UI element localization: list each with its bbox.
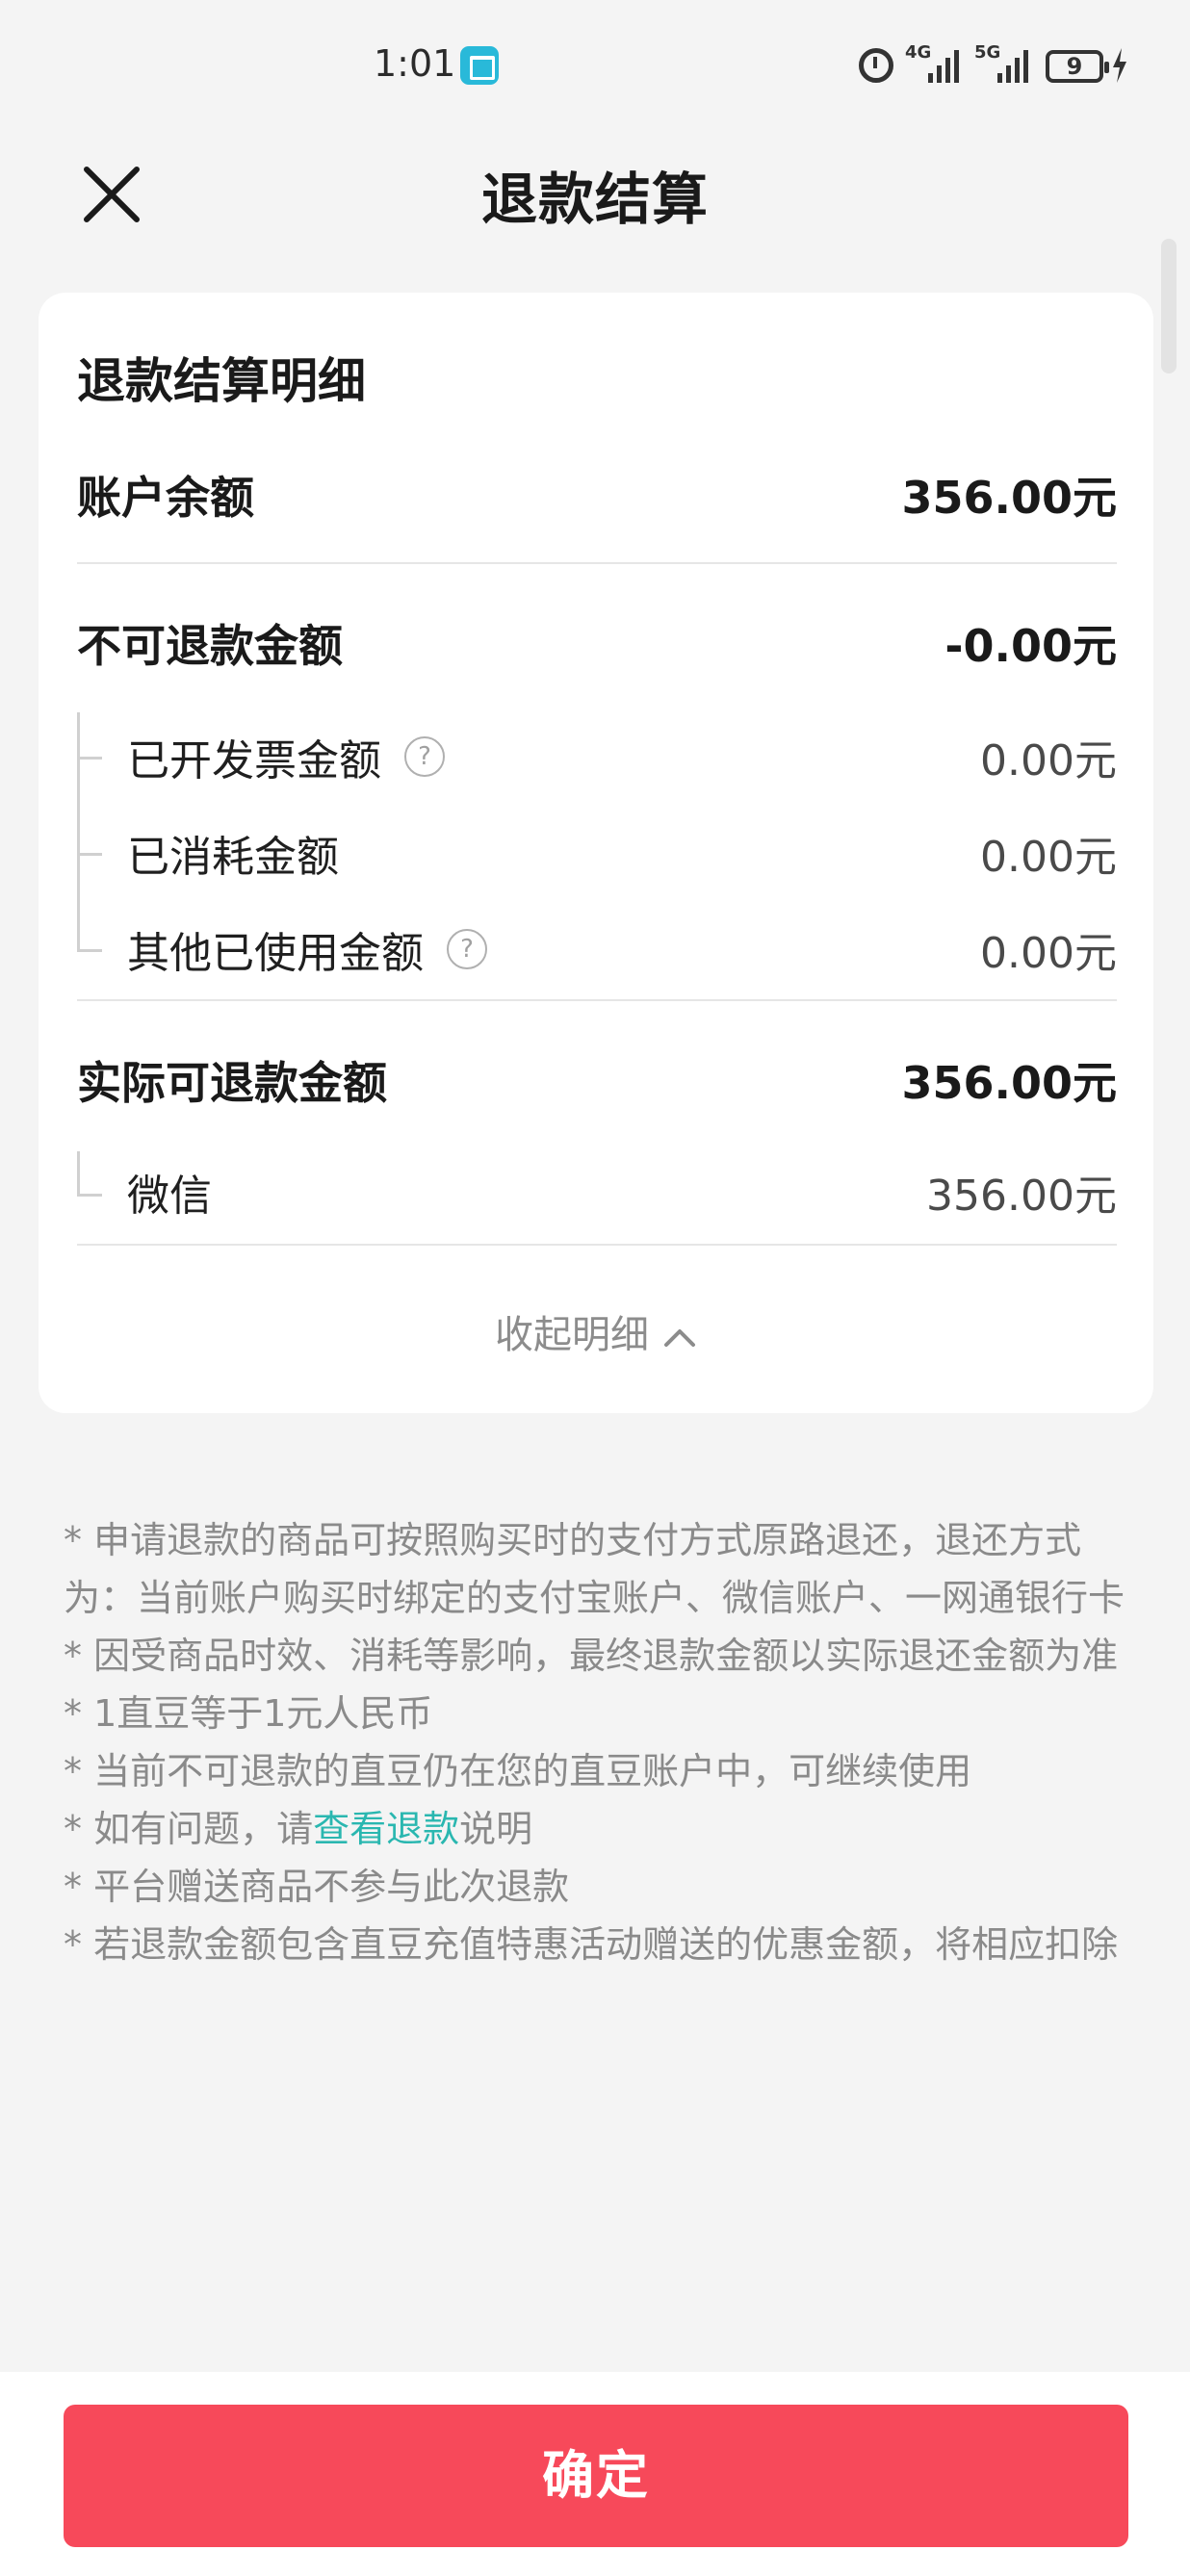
non-refundable-label: 不可退款金额 <box>77 620 343 672</box>
wechat-value: 356.00元 <box>926 1172 1117 1221</box>
signal-bars-1-icon <box>928 48 959 83</box>
help-icon[interactable]: ? <box>447 929 487 969</box>
battery-icon: 9 <box>1046 50 1109 83</box>
help-icon[interactable]: ? <box>404 736 445 777</box>
wechat-row: 微信 356.00元 <box>77 1153 1117 1230</box>
consumed-label: 已消耗金额 <box>127 833 339 882</box>
footer: 确定 <box>0 2372 1190 2576</box>
note-item: * 申请退款的商品可按照购买时的支付方式原路退还，退还方式为：当前账户购买时绑定… <box>64 1519 1125 1619</box>
other-used-label: 其他已使用金额 <box>127 929 424 978</box>
account-balance-value: 356.00元 <box>901 472 1117 524</box>
status-time: 1:01 <box>374 42 456 85</box>
card-title: 退款结算明细 <box>77 353 366 409</box>
invoiced-row: 已开发票金额 ? 0.00元 <box>77 718 1117 795</box>
invoiced-value: 0.00元 <box>980 736 1117 786</box>
invoiced-label: 已开发票金额 <box>127 736 381 786</box>
account-balance-label: 账户余额 <box>77 472 254 524</box>
actual-refundable-value: 356.00元 <box>901 1057 1117 1109</box>
page-title: 退款结算 <box>480 167 709 232</box>
note-item: * 如有问题，请查看退款说明 <box>64 1800 1132 1858</box>
note-item: * 1直豆等于1元人民币 <box>64 1692 433 1735</box>
scrollbar[interactable] <box>1161 239 1177 374</box>
screen: 1:01 4G 5G 9 退款结算 退款结算明细 账户余额 356.00元 不可… <box>0 0 1190 2576</box>
confirm-button[interactable]: 确定 <box>64 2405 1128 2547</box>
actual-refundable-label: 实际可退款金额 <box>77 1057 387 1109</box>
note-item: * 若退款金额包含直豆充值特惠活动赠送的优惠金额，将相应扣除 <box>64 1923 1119 1966</box>
refund-notes: * 申请退款的商品可按照购买时的支付方式原路退还，退还方式为：当前账户购买时绑定… <box>64 1511 1132 1973</box>
collapse-details-button[interactable]: 收起明细 <box>39 1303 1153 1359</box>
actual-refundable-row: 实际可退款金额 356.00元 <box>77 1042 1117 1119</box>
other-used-row: 其他已使用金额 ? 0.00元 <box>77 911 1117 988</box>
header: 退款结算 <box>0 135 1190 250</box>
non-refundable-row: 不可退款金额 -0.00元 <box>77 605 1117 682</box>
collapse-details-label: 收起明细 <box>495 1313 649 1357</box>
wechat-label: 微信 <box>127 1172 212 1221</box>
refund-detail-card: 退款结算明细 账户余额 356.00元 不可退款金额 -0.00元 已开发票金额… <box>39 293 1153 1413</box>
consumed-value: 0.00元 <box>980 833 1117 882</box>
divider <box>77 562 1117 564</box>
note-item: * 当前不可退款的直豆仍在您的直豆账户中，可继续使用 <box>64 1750 972 1792</box>
note-text: 说明 <box>459 1808 533 1850</box>
other-used-value: 0.00元 <box>980 929 1117 978</box>
status-bar: 1:01 4G 5G 9 <box>0 0 1190 135</box>
chevron-up-icon <box>664 1329 695 1347</box>
note-item: * 平台赠送商品不参与此次退款 <box>64 1866 570 1908</box>
non-refundable-value: -0.00元 <box>944 620 1117 672</box>
divider <box>77 1244 1117 1246</box>
charging-icon <box>1113 48 1126 83</box>
consumed-row: 已消耗金额 0.00元 <box>77 814 1117 891</box>
app-notification-icon <box>460 46 499 85</box>
view-refund-link[interactable]: 查看退款 <box>313 1808 459 1850</box>
alarm-icon <box>859 48 893 83</box>
account-balance-row: 账户余额 356.00元 <box>77 456 1117 533</box>
note-text: * 如有问题，请 <box>64 1808 314 1850</box>
note-item: * 因受商品时效、消耗等影响，最终退款金额以实际退还金额为准 <box>64 1635 1119 1677</box>
divider <box>77 999 1117 1001</box>
signal-bars-2-icon <box>997 48 1028 83</box>
